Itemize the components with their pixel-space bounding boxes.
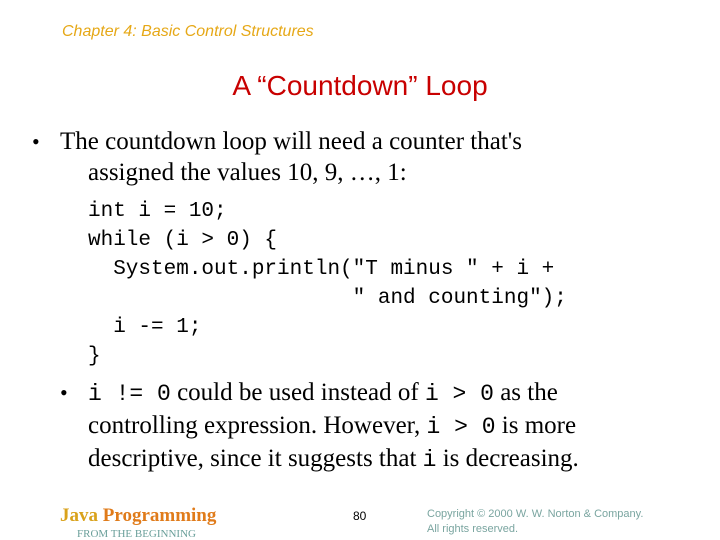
copyright-line: All rights reserved. [427,523,519,535]
chapter-heading: Chapter 4: Basic Control Structures [62,23,314,40]
copyright-line: Copyright © 2000 W. W. Norton & Company. [427,508,644,520]
bullet-text: descriptive, since it suggests that [88,445,423,472]
code-block: int i = 10; while (i > 0) { System.out.p… [88,200,567,368]
bullet-dot-icon: • [60,380,68,405]
bullet-item: • The countdown loop will need a counter… [32,126,523,188]
bullet-text-line: The countdown loop will need a counter t… [60,128,523,155]
footer-book-title: Java Programming [60,505,216,527]
copyright-notice: Copyright © 2000 W. W. Norton & Company.… [427,507,643,537]
footer-book-subtitle: FROM THE BEGINNING [77,528,196,540]
bullet-text: controlling expression. However, [88,412,427,439]
bullet-text: is decreasing. [436,445,579,472]
inline-code: i [422,447,437,473]
inline-code: i > 0 [426,414,496,440]
bullet-text: as the [493,379,558,406]
bullet-item: • i != 0 could be used instead of i > 0 … [60,377,579,476]
bullet-text: could be used instead of [170,379,425,406]
page-number: 80 [353,509,367,523]
bullet-text-line: assigned the values 10, 9, …, 1: [88,159,407,186]
inline-code: i != 0 [88,381,171,407]
inline-code: i > 0 [424,381,494,407]
footer-brand-programming: Programming [98,505,217,526]
footer-brand-java: Java [60,505,98,526]
bullet-dot-icon: • [32,129,40,154]
bullet-text: is more [495,412,577,439]
slide-title: A “Countdown” Loop [232,70,488,101]
